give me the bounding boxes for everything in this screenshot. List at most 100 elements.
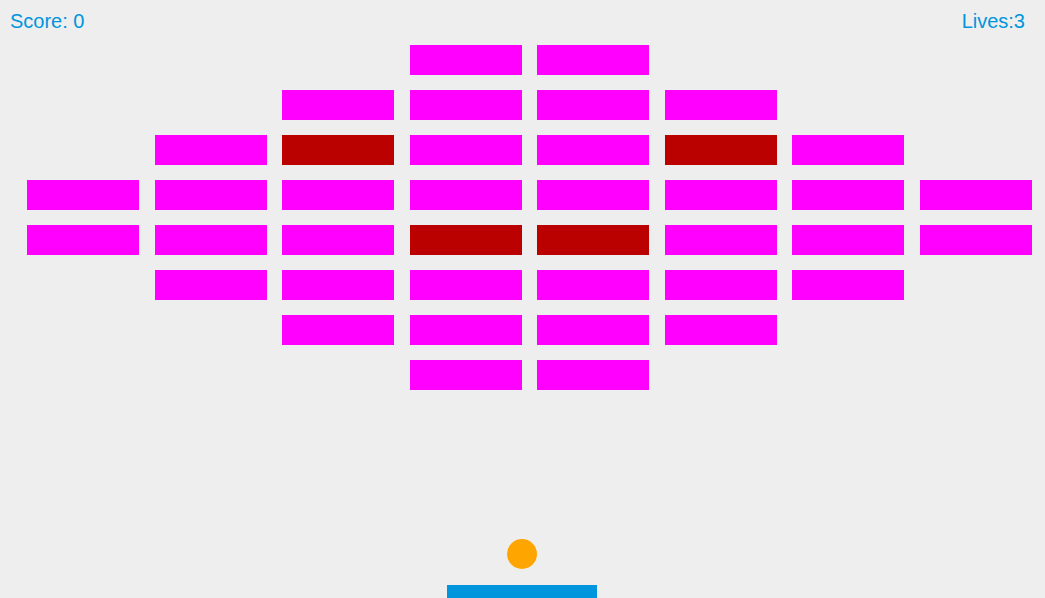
brick [920,225,1032,255]
brick-slot [27,135,139,165]
brick-slot [410,225,522,255]
brick [410,315,522,345]
paddle[interactable] [447,585,597,598]
brick-slot [792,135,904,165]
brick-slot [792,90,904,120]
brick-slot [665,90,777,120]
brick-slot [282,360,394,390]
brick [410,225,522,255]
brick-slot [920,270,1032,300]
brick-slot [665,45,777,75]
brick [282,135,394,165]
brick-slot [27,360,139,390]
brick [537,225,649,255]
brick-slot [410,270,522,300]
brick-slot [920,180,1032,210]
brick-slot [537,225,649,255]
brick-slot [792,360,904,390]
brick-slot [282,315,394,345]
brick-slot [665,360,777,390]
brick-slot [282,90,394,120]
brick-slot [155,360,267,390]
brick-slot [410,45,522,75]
brick-slot [27,180,139,210]
brick [282,90,394,120]
brick-slot [792,45,904,75]
brick [410,45,522,75]
brick-slot [920,90,1032,120]
brick [410,180,522,210]
brick-slot [27,45,139,75]
brick-slot [920,135,1032,165]
brick-slot [410,315,522,345]
brick-slot [537,90,649,120]
brick-slot [155,180,267,210]
brick-slot [282,180,394,210]
brick [410,270,522,300]
brick-slot [155,90,267,120]
brick [155,180,267,210]
brick-slot [155,135,267,165]
brick [792,135,904,165]
brick-slot [27,225,139,255]
brick-slot [920,315,1032,345]
brick-slot [155,45,267,75]
brick-slot [537,180,649,210]
brick-slot [410,360,522,390]
brick [410,360,522,390]
brick [537,90,649,120]
ball [507,539,537,569]
brick-slot [792,225,904,255]
brick [282,270,394,300]
brick-slot [792,270,904,300]
brick-slot [410,135,522,165]
brick [537,180,649,210]
brick-slot [537,315,649,345]
brick-slot [282,45,394,75]
brick [27,225,139,255]
brick [155,135,267,165]
lives-label: Lives:3 [962,9,1025,33]
brick [537,315,649,345]
brick-slot [282,270,394,300]
hud: Score: 0 Lives:3 [0,0,1045,33]
brick [537,135,649,165]
brick-slot [537,360,649,390]
brick-slot [282,225,394,255]
brick [665,315,777,345]
brick [665,135,777,165]
brick [537,45,649,75]
brick [792,180,904,210]
brick [537,270,649,300]
brick-slot [155,270,267,300]
brick [282,225,394,255]
brick [665,90,777,120]
brick [155,270,267,300]
brick [537,360,649,390]
brick-slot [537,45,649,75]
brick-slot [410,180,522,210]
brick [155,225,267,255]
game-canvas[interactable]: Score: 0 Lives:3 [0,0,1045,598]
brick-slot [27,315,139,345]
brick-slot [665,135,777,165]
brick-slot [792,315,904,345]
brick-wall [27,0,1032,390]
brick-slot [155,225,267,255]
brick [282,180,394,210]
brick-slot [920,225,1032,255]
brick [920,180,1032,210]
brick-slot [410,90,522,120]
brick [792,225,904,255]
brick [665,270,777,300]
score-label: Score: 0 [10,9,84,33]
brick-slot [27,90,139,120]
brick-slot [792,180,904,210]
brick-slot [665,315,777,345]
brick-slot [920,360,1032,390]
brick-slot [27,270,139,300]
brick [282,315,394,345]
brick [665,225,777,255]
brick [410,135,522,165]
brick-slot [665,270,777,300]
